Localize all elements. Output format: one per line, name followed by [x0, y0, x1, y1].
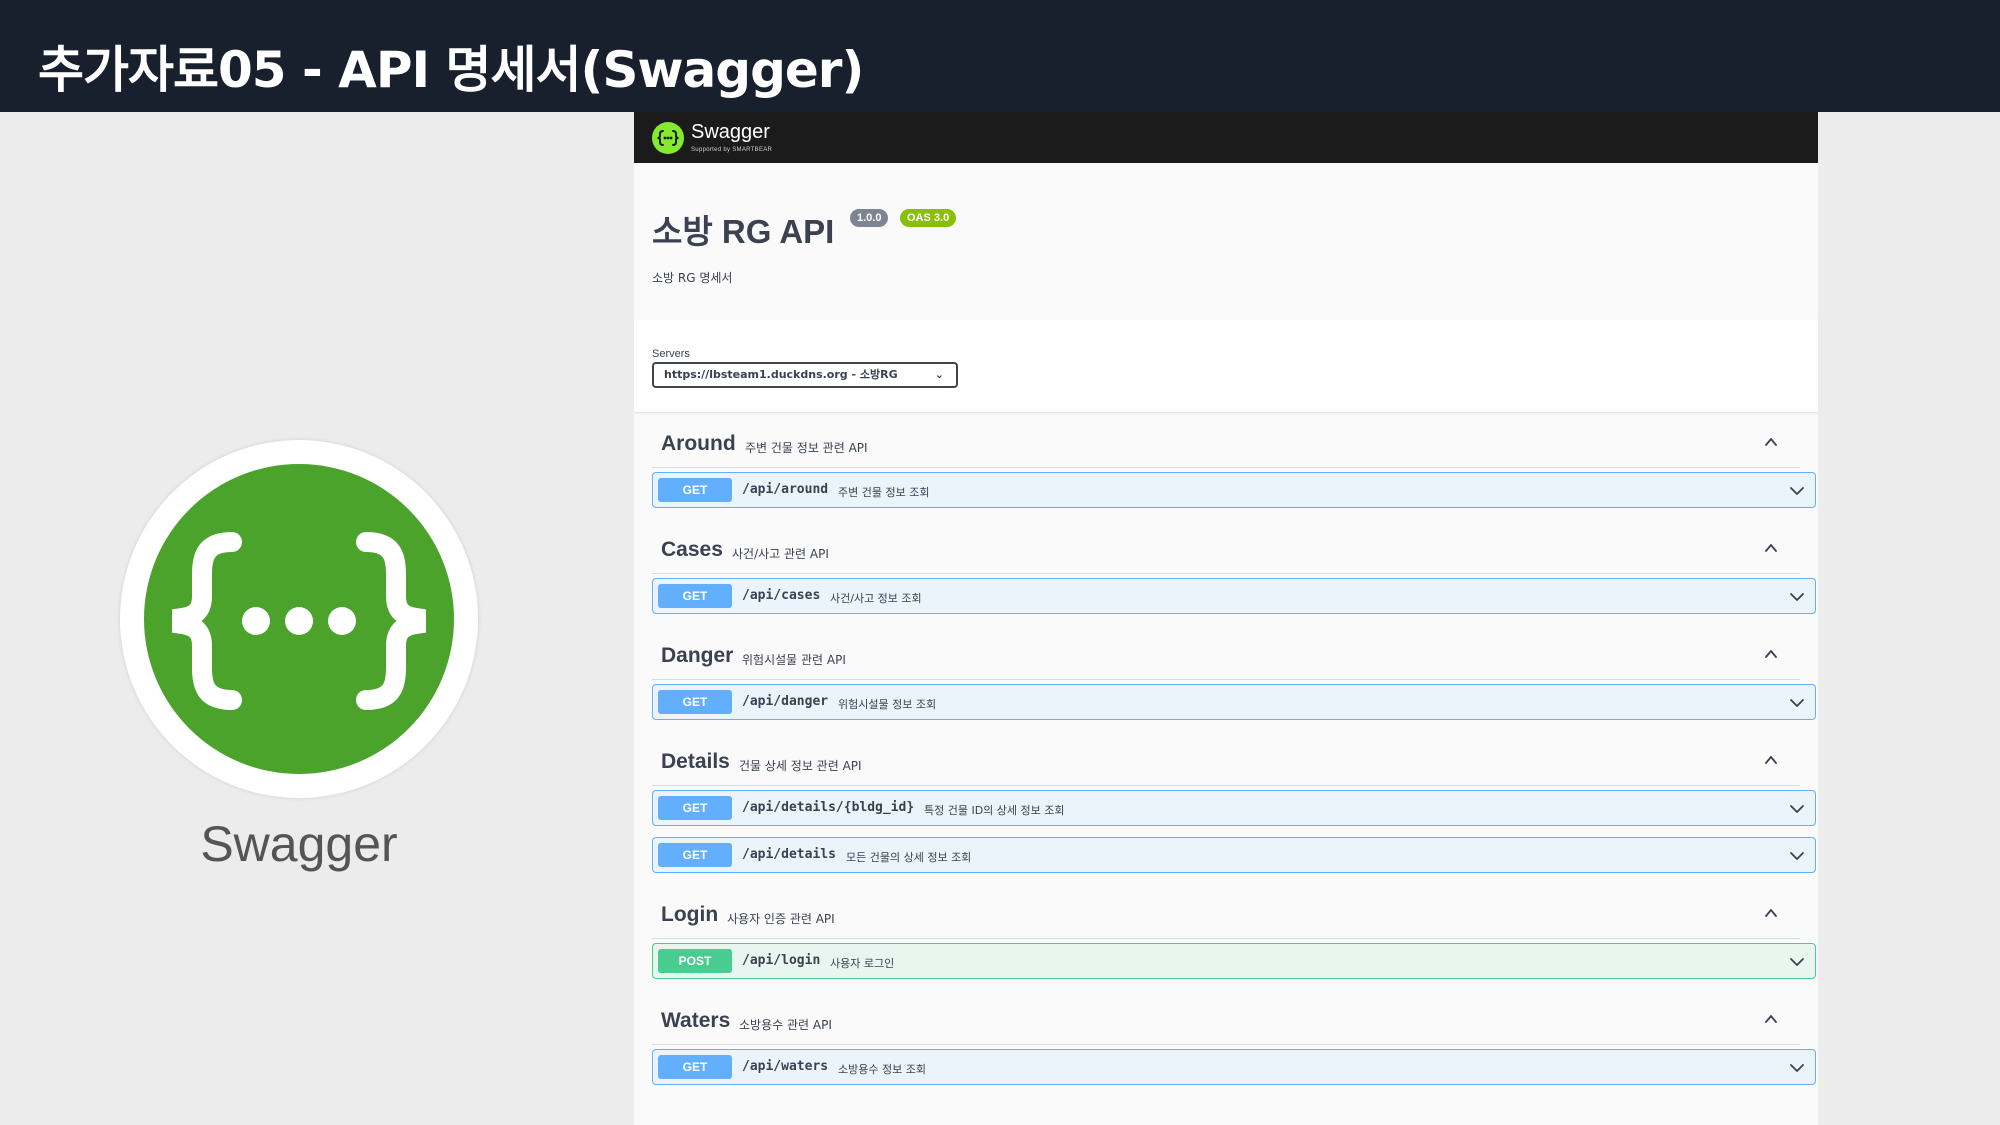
operation-get-row[interactable]: GET/api/around 주변 건물 정보 조회: [652, 472, 1816, 508]
method-badge: GET: [658, 478, 732, 502]
chevron-down-icon[interactable]: [1789, 1060, 1805, 1074]
tag-section-waters: Waters 소방용수 관련 API GET/api/waters 소방용수 정보 조…: [634, 989, 1818, 1085]
chevron-up-icon[interactable]: [1764, 646, 1778, 660]
swagger-topbar-logo-sub: Supported by SMARTBEAR: [691, 147, 773, 153]
tag-description: 위험시설물 관련 API: [742, 653, 846, 667]
tag-name: Login: [661, 903, 719, 926]
operation-get-row[interactable]: GET/api/details 모든 건물의 상세 정보 조회: [652, 837, 1816, 873]
operation-path: /api/details/{bldg_id}: [742, 800, 915, 815]
tag-description: 주변 건물 정보 관련 API: [745, 441, 868, 455]
operation-summary: 특정 건물 ID의 상세 정보 조회: [924, 804, 1065, 817]
method-badge: GET: [658, 843, 732, 867]
operation-path: /api/around: [742, 482, 829, 497]
operation-summary: 모든 건물의 상세 정보 조회: [846, 851, 972, 864]
tag-name: Details: [661, 750, 730, 773]
api-description: 소방 RG 명세서: [652, 271, 733, 285]
swagger-screenshot: Swagger Supported by SMARTBEAR 소방 RG API…: [634, 112, 1818, 1125]
swagger-topbar: Swagger Supported by SMARTBEAR: [634, 112, 1818, 163]
chevron-down-icon[interactable]: [1789, 954, 1805, 968]
chevron-down-icon[interactable]: [1789, 483, 1805, 497]
api-info: 소방 RG API 1.0.0 OAS 3.0 소방 RG 명세서: [634, 163, 1818, 320]
chevron-down-icon[interactable]: [1789, 848, 1805, 862]
operation-summary: 위험시설물 정보 조회: [838, 698, 937, 711]
operations-list: Around 주변 건물 정보 관련 API GET/api/around 주변 건물…: [634, 412, 1818, 1095]
chevron-up-icon[interactable]: [1764, 1011, 1778, 1025]
swagger-topbar-logo-text[interactable]: Swagger: [691, 121, 770, 144]
servers-label: Servers: [652, 348, 690, 360]
tag-header-waters[interactable]: Waters 소방용수 관련 API: [652, 989, 1800, 1045]
swagger-logo: [120, 440, 478, 798]
tag-section-login: Login 사용자 인증 관련 API POST/api/login 사용자 로그인: [634, 883, 1818, 979]
tag-name: Around: [661, 432, 736, 455]
version-badge: 1.0.0: [850, 209, 889, 227]
operation-post-row[interactable]: POST/api/login 사용자 로그인: [652, 943, 1816, 979]
method-badge: GET: [658, 796, 732, 820]
tag-description: 사용자 인증 관련 API: [727, 912, 835, 926]
operation-get-row[interactable]: GET/api/cases 사건/사고 정보 조회: [652, 578, 1816, 614]
operation-path: /api/details: [742, 847, 836, 862]
tag-name: Danger: [661, 644, 734, 667]
method-badge: GET: [658, 584, 732, 608]
tag-description: 사건/사고 관련 API: [732, 547, 829, 561]
api-title: 소방 RG API: [652, 213, 835, 250]
operation-summary: 주변 건물 정보 조회: [838, 486, 930, 499]
chevron-up-icon[interactable]: [1764, 434, 1778, 448]
tag-section-details: Details 건물 상세 정보 관련 API GET/api/details/{b…: [634, 730, 1818, 873]
chevron-up-icon[interactable]: [1764, 540, 1778, 554]
chevron-down-icon[interactable]: [1789, 801, 1805, 815]
operation-get-row[interactable]: GET/api/waters 소방용수 정보 조회: [652, 1049, 1816, 1085]
tag-description: 건물 상세 정보 관련 API: [739, 759, 862, 773]
operation-summary: 소방용수 정보 조회: [838, 1063, 926, 1076]
chevron-down-icon[interactable]: [1789, 695, 1805, 709]
operation-path: /api/cases: [742, 588, 821, 603]
operation-summary: 사용자 로그인: [830, 957, 895, 970]
operation-get-row[interactable]: GET/api/details/{bldg_id} 특정 건물 ID의 상세 정보…: [652, 790, 1816, 826]
operation-summary: 사건/사고 정보 조회: [830, 592, 922, 605]
tag-section-cases: Cases 사건/사고 관련 API GET/api/cases 사건/사고 정보 조…: [634, 518, 1818, 614]
operation-path: /api/danger: [742, 694, 829, 709]
logo-caption: Swagger: [200, 816, 398, 872]
chevron-up-icon[interactable]: [1764, 905, 1778, 919]
operation-get-row[interactable]: GET/api/danger 위험시설물 정보 조회: [652, 684, 1816, 720]
tag-section-around: Around 주변 건물 정보 관련 API GET/api/around 주변 건물…: [634, 412, 1818, 508]
servers-select[interactable]: https://lbsteam1.duckdns.org - 소방RG ⌄: [652, 362, 958, 388]
tag-name: Cases: [661, 538, 723, 561]
tag-name: Waters: [661, 1009, 731, 1032]
tag-header-details[interactable]: Details 건물 상세 정보 관련 API: [652, 730, 1800, 786]
operation-path: /api/waters: [742, 1059, 829, 1074]
swagger-logo-icon: [144, 464, 454, 774]
tag-header-danger[interactable]: Danger 위험시설물 관련 API: [652, 624, 1800, 680]
chevron-down-icon: ⌄: [934, 368, 944, 381]
oas-badge: OAS 3.0: [900, 209, 957, 227]
tag-header-around[interactable]: Around 주변 건물 정보 관련 API: [652, 412, 1800, 468]
swagger-topbar-logo-icon[interactable]: [652, 122, 684, 154]
tag-description: 소방용수 관련 API: [739, 1018, 832, 1032]
chevron-up-icon[interactable]: [1764, 752, 1778, 766]
tag-section-danger: Danger 위험시설물 관련 API GET/api/danger 위험시설물 정보…: [634, 624, 1818, 720]
chevron-down-icon[interactable]: [1789, 589, 1805, 603]
slide-title: 추가자료05 - API 명세서(Swagger): [38, 41, 864, 99]
operation-path: /api/login: [742, 953, 821, 968]
tag-header-login[interactable]: Login 사용자 인증 관련 API: [652, 883, 1800, 939]
slide-header: 추가자료05 - API 명세서(Swagger): [0, 0, 2000, 112]
servers-section: Servers https://lbsteam1.duckdns.org - 소…: [634, 320, 1818, 412]
tag-header-cases[interactable]: Cases 사건/사고 관련 API: [652, 518, 1800, 574]
method-badge: GET: [658, 1055, 732, 1079]
servers-selected-value: https://lbsteam1.duckdns.org - 소방RG: [664, 368, 898, 381]
method-badge: GET: [658, 690, 732, 714]
method-badge: POST: [658, 949, 732, 973]
